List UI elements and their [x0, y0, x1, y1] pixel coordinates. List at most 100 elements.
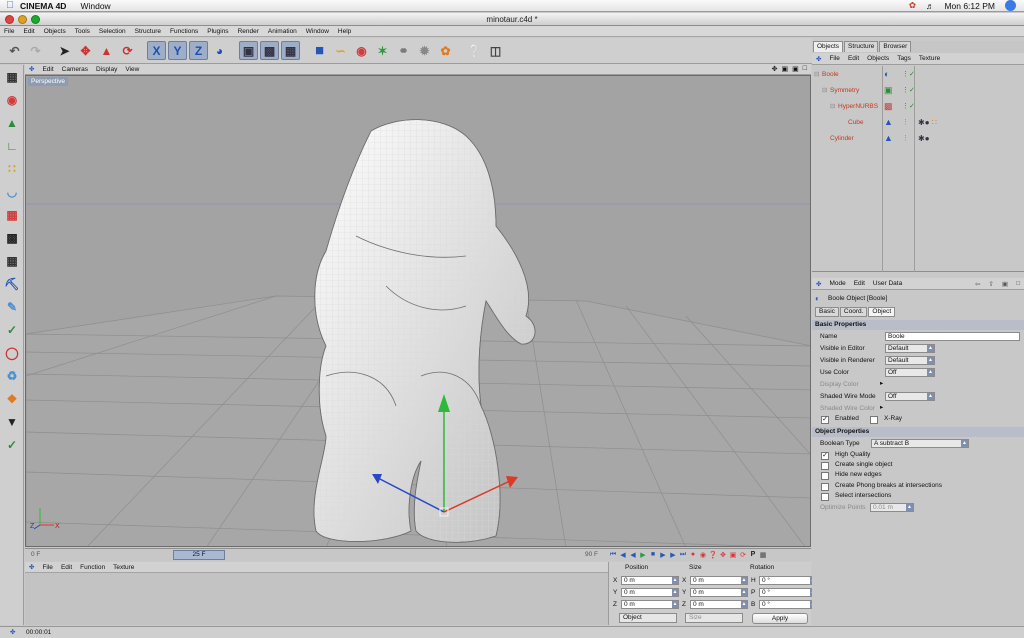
material-manager-area[interactable]: [25, 573, 608, 625]
go-to-end-icon[interactable]: ⏭: [679, 550, 687, 559]
viewport-menu-edit[interactable]: Edit: [42, 66, 53, 73]
object-menu-tags[interactable]: Tags: [897, 55, 911, 62]
shaded-wire-mode-select[interactable]: Off ▲: [885, 392, 935, 401]
collapse-icon[interactable]: ⊟: [830, 102, 835, 110]
use-model-mode-icon[interactable]: ◉: [2, 90, 22, 110]
menu-tools[interactable]: Tools: [75, 28, 90, 35]
deformer-icon[interactable]: ✿: [436, 41, 455, 60]
snapping-icon[interactable]: ❖: [2, 389, 22, 409]
clock[interactable]: Mon 6:12 PM: [944, 1, 995, 11]
menu-animation[interactable]: Animation: [268, 28, 297, 35]
camera-light-icon[interactable]: ✹: [415, 41, 434, 60]
use-edges-tool-icon[interactable]: ◡: [2, 182, 22, 202]
collapse-icon[interactable]: ⊟: [814, 70, 819, 78]
forward-arrow-icon[interactable]: ⇧: [988, 280, 993, 288]
attr-menu-edit[interactable]: Edit: [854, 280, 865, 287]
keyframe-selection-icon[interactable]: ❓: [709, 550, 718, 559]
tab-objects[interactable]: Objects: [813, 41, 844, 52]
object-name[interactable]: Boole: [822, 71, 839, 78]
menu-window[interactable]: Window: [306, 28, 329, 35]
position-z-field[interactable]: 0 m ▲: [621, 600, 679, 609]
visible-editor-select[interactable]: Default ▲: [885, 344, 935, 353]
soft-selection-icon[interactable]: ◯: [2, 343, 22, 363]
play-icon[interactable]: ▶: [639, 550, 647, 559]
create-single-object-checkbox[interactable]: [821, 462, 829, 470]
viewport-rotate-icon[interactable]: ▣: [792, 65, 799, 73]
perspective-viewport[interactable]: Perspective Z X: [25, 75, 811, 547]
ladybug-icon[interactable]: ✿: [909, 0, 916, 11]
timeline[interactable]: 0 F 25 F 90 F ⏮ ◀ ◀ ▶ ■ ▶ ▶ ⏭ ● ◉ ❓ ✥ ▣ …: [25, 548, 811, 561]
render-region-icon[interactable]: ▩: [260, 41, 279, 60]
record-icon[interactable]: ●: [689, 550, 697, 559]
name-field[interactable]: Boole: [885, 332, 1020, 341]
tab-basic[interactable]: Basic: [815, 307, 839, 317]
menu-structure[interactable]: Structure: [135, 28, 161, 35]
apple-menu-icon[interactable]: : [0, 0, 20, 11]
optimize-points-field[interactable]: 0.01 m ▲: [870, 503, 914, 512]
enabled-checkbox[interactable]: ✓: [821, 416, 829, 424]
zoom-window-button[interactable]: [31, 15, 40, 24]
minimize-window-button[interactable]: [18, 15, 27, 24]
rotation-h-field[interactable]: 0 °▲: [759, 576, 817, 585]
tab-browser[interactable]: Browser: [879, 41, 912, 52]
size-z-field[interactable]: 0 m ▲: [690, 600, 748, 609]
timeline-current-frame[interactable]: 25 F: [173, 550, 225, 560]
use-color-select[interactable]: Off ▲: [885, 368, 935, 377]
texture-mode-icon[interactable]: ▩: [2, 228, 22, 248]
previous-key-icon[interactable]: ◀: [619, 550, 627, 559]
menu-selection[interactable]: Selection: [99, 28, 126, 35]
parameter-key-icon[interactable]: P: [749, 550, 757, 559]
position-x-field[interactable]: 0 m ▲: [621, 576, 679, 585]
collapse-icon[interactable]: ⊟: [822, 86, 827, 94]
visibility-dots-icon[interactable]: ⋮: [902, 134, 909, 142]
object-menu-objects[interactable]: Objects: [867, 55, 889, 62]
boolean-type-select[interactable]: A subtract B ▲: [871, 439, 969, 448]
position-key-icon[interactable]: ✥: [719, 550, 727, 559]
material-pin-icon[interactable]: ✤: [29, 563, 34, 571]
stop-icon[interactable]: ■: [649, 550, 657, 559]
size-x-field[interactable]: 0 m ▲: [690, 576, 748, 585]
scale-key-icon[interactable]: ▣: [729, 550, 737, 559]
menu-functions[interactable]: Functions: [170, 28, 198, 35]
previous-frame-icon[interactable]: ◀: [629, 550, 637, 559]
viewport-menu-view[interactable]: View: [125, 66, 139, 73]
tab-coord[interactable]: Coord.: [839, 307, 868, 317]
coords-mode-select[interactable]: Object: [619, 613, 677, 623]
rotation-b-field[interactable]: 0 °▲: [759, 600, 817, 609]
object-row-cylinder[interactable]: Cylinder ▲ ⋮ ✱●: [812, 131, 1024, 145]
material-menu-edit[interactable]: Edit: [61, 564, 72, 571]
use-camera-mode-icon[interactable]: ▦: [2, 67, 22, 87]
autokey-icon[interactable]: ◉: [699, 550, 707, 559]
position-y-field[interactable]: 0 m ▲: [621, 588, 679, 597]
xray-checkbox[interactable]: [870, 416, 878, 424]
expand-arrow-icon[interactable]: ▸: [880, 379, 883, 387]
high-quality-checkbox[interactable]: ✓: [821, 452, 829, 460]
animation-mode-icon[interactable]: ⛏: [2, 274, 22, 294]
select-arrow-icon[interactable]: ➤: [55, 41, 74, 60]
viewport-menu-cameras[interactable]: Cameras: [62, 66, 88, 73]
visibility-check-icon[interactable]: ⋮✓: [902, 70, 915, 78]
material-menu-function[interactable]: Function: [80, 564, 105, 571]
render-picture-viewer-icon[interactable]: ▦: [281, 41, 300, 60]
material-menu-texture[interactable]: Texture: [113, 564, 134, 571]
back-arrow-icon[interactable]: ⇦: [975, 280, 980, 288]
viewport-move-icon[interactable]: ✥: [772, 65, 778, 73]
apply-button[interactable]: Apply: [752, 613, 808, 624]
rotation-key-icon[interactable]: ⟳: [739, 550, 747, 559]
attr-menu-user-data[interactable]: User Data: [873, 280, 902, 287]
size-y-field[interactable]: 0 m ▲: [690, 588, 748, 597]
spline-icon[interactable]: ∽: [331, 41, 350, 60]
tab-object[interactable]: Object: [868, 307, 896, 317]
scene-object-icon[interactable]: ⚭: [394, 41, 413, 60]
object-row-cube[interactable]: Cube ▲ ⋮ ✱● ∷: [812, 115, 1024, 129]
app-menu-name[interactable]: CINEMA 4D: [20, 1, 66, 11]
menu-help[interactable]: Help: [338, 28, 351, 35]
menu-render[interactable]: Render: [238, 28, 259, 35]
scale-tool-icon[interactable]: ▲: [97, 41, 116, 60]
next-key-icon[interactable]: ▶: [669, 550, 677, 559]
tab-structure[interactable]: Structure: [844, 41, 879, 52]
coords-size-mode-select[interactable]: Size: [685, 613, 743, 623]
locked-workplane-icon[interactable]: ✓: [2, 435, 22, 455]
workplane-icon[interactable]: ▼: [2, 412, 22, 432]
help-pointer-icon[interactable]: ❔: [465, 41, 484, 60]
